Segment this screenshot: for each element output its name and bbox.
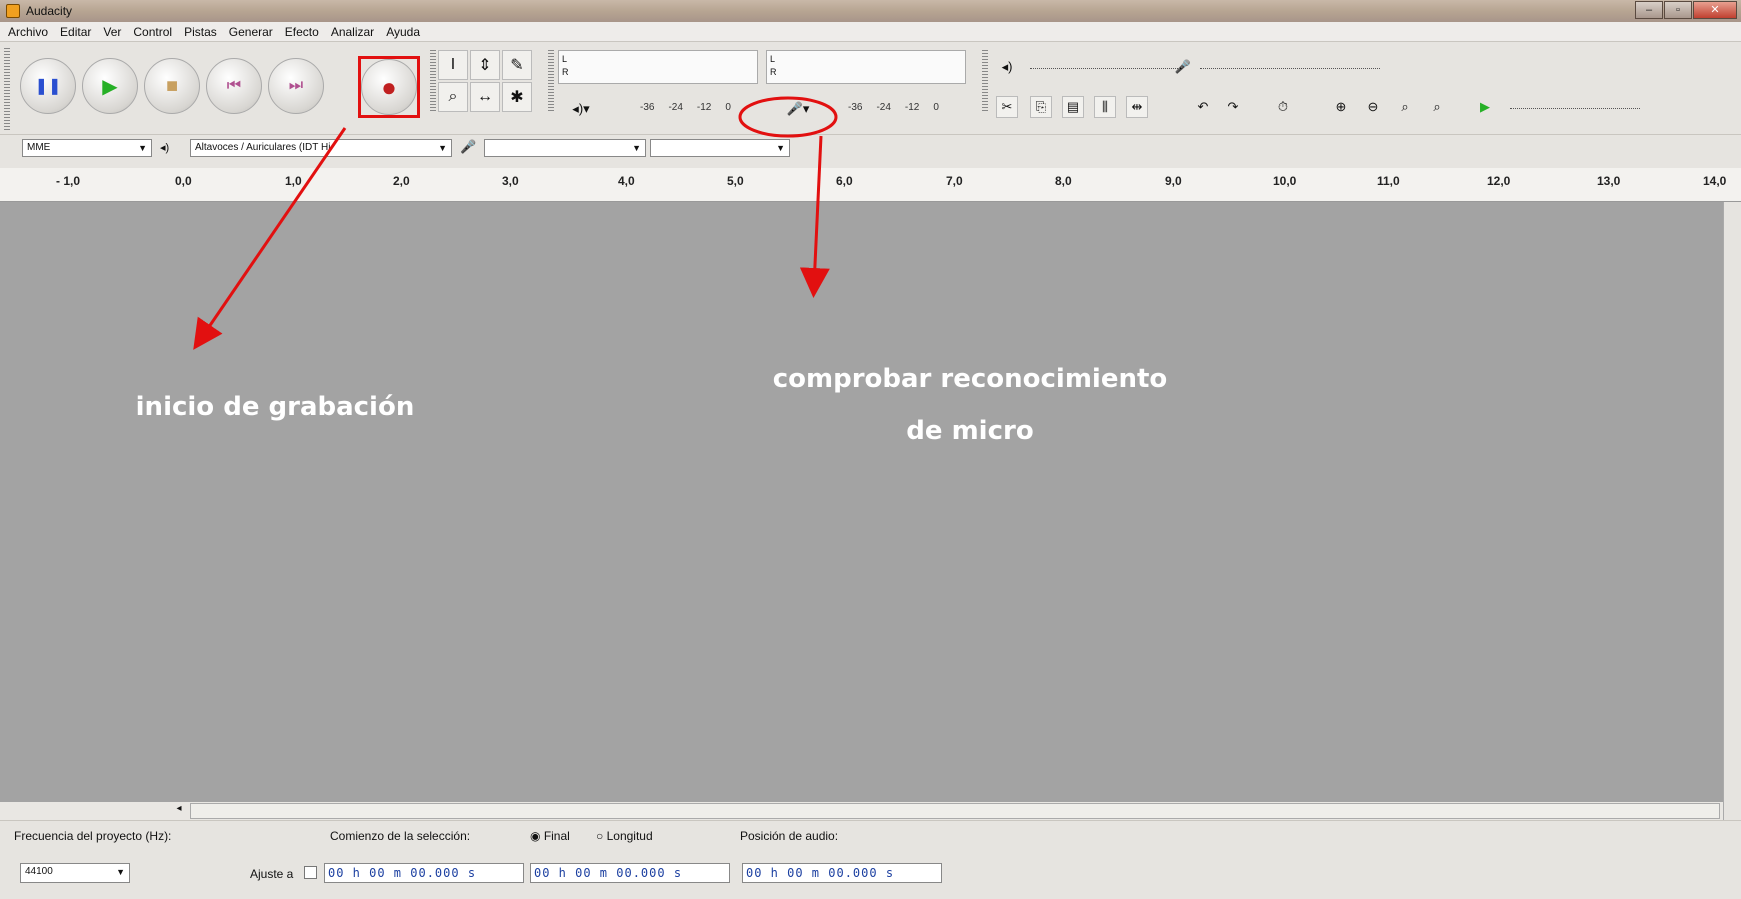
selection-start-time[interactable]: 00 h 00 m 00.000 s bbox=[324, 863, 524, 883]
selection-toolbar: Frecuencia del proyecto (Hz): 44100 ▼ Com… bbox=[0, 820, 1741, 899]
annotation-overlay bbox=[193, 96, 838, 350]
audio-position-time[interactable]: 00 h 00 m 00.000 s bbox=[742, 863, 942, 883]
project-rate-select[interactable]: 44100 ▼ bbox=[20, 863, 130, 883]
snap-checkbox[interactable] bbox=[304, 866, 317, 879]
project-rate-label: Frecuencia del proyecto (Hz): bbox=[14, 829, 172, 843]
mic-highlight-ellipse bbox=[738, 96, 838, 138]
mic-annotation-line1: comprobar reconocimiento bbox=[772, 364, 1168, 394]
record-annotation: inicio de grabación bbox=[135, 392, 415, 422]
record-arrow bbox=[193, 127, 347, 350]
final-radio[interactable]: ◉ Final bbox=[530, 829, 570, 843]
length-radio[interactable]: ○ Longitud bbox=[596, 829, 653, 843]
selection-end-time[interactable]: 00 h 00 m 00.000 s bbox=[530, 863, 730, 883]
snap-label: Ajuste a bbox=[250, 867, 294, 881]
mic-annotation-line2: de micro bbox=[906, 416, 1034, 446]
audio-position-label: Posición de audio: bbox=[740, 829, 839, 843]
mic-arrow bbox=[799, 135, 830, 298]
selection-start-label: Comienzo de la selección: bbox=[330, 829, 471, 843]
